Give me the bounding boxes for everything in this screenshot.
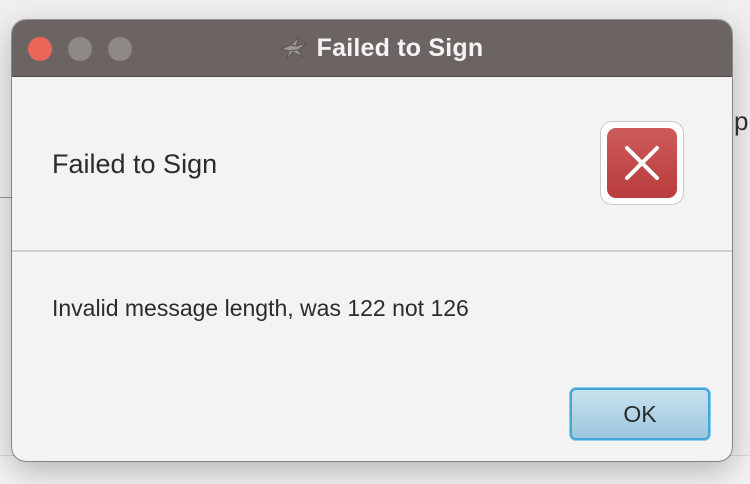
background-text-fragment: p [734,106,749,136]
error-icon-frame [600,121,684,205]
title-container: Failed to Sign [12,20,732,76]
error-dialog: Failed to Sign Failed to Sign Invalid me… [12,20,732,461]
header-divider [12,250,732,252]
ok-button[interactable]: OK [570,388,710,440]
dialog-header-area: Failed to Sign [12,77,732,250]
error-x-icon [607,128,677,198]
dialog-header-text: Failed to Sign [52,149,218,179]
window-title: Failed to Sign [316,33,484,62]
title-bar[interactable]: Failed to Sign [12,20,732,77]
sparrow-app-icon [279,36,307,60]
error-message: Invalid message length, was 122 not 126 [52,295,469,321]
